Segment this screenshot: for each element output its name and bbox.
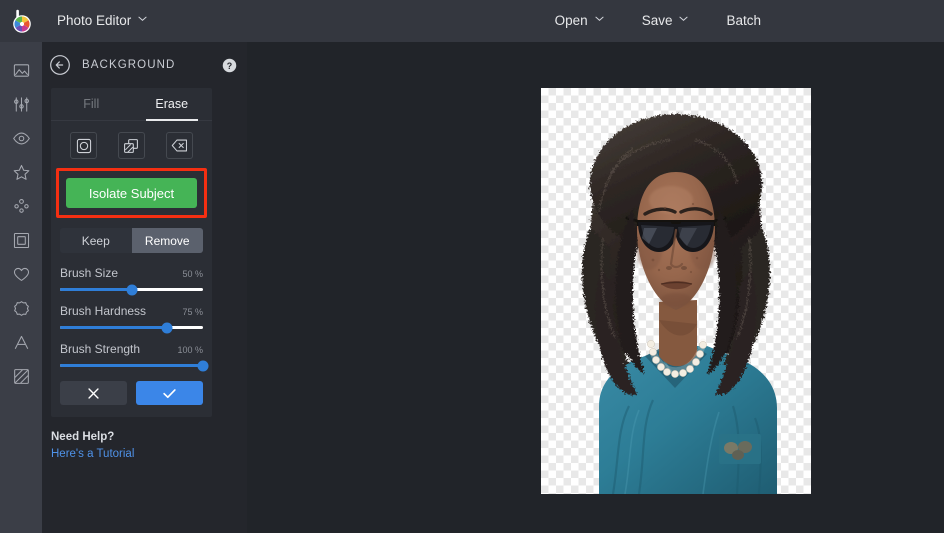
- texture-icon: [12, 367, 31, 386]
- brush-hardness-slider-block: Brush Hardness 75 %: [60, 304, 203, 329]
- brush-size-slider-block: Brush Size 50 %: [60, 266, 203, 291]
- help-button[interactable]: ?: [222, 58, 237, 73]
- keep-toggle-option[interactable]: Keep: [60, 228, 132, 253]
- back-arrow-icon: [48, 53, 72, 77]
- brush-size-value: 50 %: [182, 269, 203, 279]
- text-a-icon: [12, 333, 31, 352]
- bipop-color-wheel-logo-icon: [8, 8, 34, 34]
- svg-text:?: ?: [227, 60, 232, 70]
- brush-size-header: Brush Size 50 %: [60, 266, 203, 280]
- sidebar-item-texture[interactable]: [0, 359, 42, 393]
- remove-toggle-option[interactable]: Remove: [132, 228, 204, 253]
- brush-hardness-value: 75 %: [182, 307, 203, 317]
- brush-strength-label: Brush Strength: [60, 342, 140, 356]
- cancel-button[interactable]: [60, 381, 127, 405]
- sidebar-item-adjust[interactable]: [0, 87, 42, 121]
- chevron-down-icon: [679, 14, 688, 23]
- brush-hardness-slider[interactable]: [60, 326, 203, 329]
- open-button-label: Open: [555, 13, 588, 28]
- image-icon: [12, 61, 31, 80]
- brush-hardness-thumb[interactable]: [162, 322, 173, 333]
- need-help-label: Need Help?: [51, 431, 247, 443]
- sidebar-item-stickers[interactable]: [0, 257, 42, 291]
- brush-hardness-fill: [60, 326, 167, 329]
- back-button[interactable]: [48, 53, 72, 77]
- photo-editor-app: Photo Editor Open Save Batch: [0, 0, 944, 533]
- magic-select-button[interactable]: [70, 132, 97, 159]
- sidebar-item-text[interactable]: [0, 325, 42, 359]
- chevron-down-icon: [595, 14, 604, 23]
- eye-icon: [12, 129, 31, 148]
- star-icon: [12, 163, 31, 182]
- background-panel: BACKGROUND ? Fill Erase: [42, 42, 247, 533]
- open-button[interactable]: Open: [542, 8, 617, 34]
- editor-canvas[interactable]: [247, 42, 944, 533]
- sidebar-item-image[interactable]: [0, 53, 42, 87]
- layers-icon: [123, 138, 139, 154]
- confirm-button[interactable]: [136, 381, 203, 405]
- brush-strength-header: Brush Strength 100 %: [60, 342, 203, 356]
- sidebar-item-retouch[interactable]: [0, 189, 42, 223]
- erase-backspace-icon: [171, 138, 188, 153]
- close-x-icon: [87, 387, 100, 400]
- brush-sliders: Brush Size 50 % Brush Hardness 75 %: [51, 253, 212, 367]
- sidebar-item-frames[interactable]: [0, 223, 42, 257]
- background-erase-card: Fill Erase: [51, 88, 212, 417]
- adjust-sliders-icon: [12, 95, 31, 114]
- panel-action-row: [51, 371, 212, 407]
- erase-all-button[interactable]: [166, 132, 193, 159]
- tutorial-link[interactable]: Here's a Tutorial: [51, 448, 134, 460]
- brush-strength-value: 100 %: [177, 345, 203, 355]
- app-menu-label: Photo Editor: [57, 13, 131, 28]
- batch-button[interactable]: Batch: [713, 8, 774, 34]
- save-button[interactable]: Save: [629, 8, 702, 34]
- chevron-down-icon: [138, 14, 147, 23]
- top-bar: Photo Editor Open Save Batch: [0, 0, 944, 42]
- magic-select-icon: [76, 138, 92, 154]
- batch-button-label: Batch: [726, 13, 761, 28]
- heart-icon: [12, 265, 31, 284]
- brush-strength-slider-block: Brush Strength 100 %: [60, 342, 203, 367]
- app-menu-photo-editor[interactable]: Photo Editor: [46, 8, 158, 34]
- isolate-subject-button[interactable]: Isolate Subject: [66, 178, 197, 208]
- save-button-label: Save: [642, 13, 673, 28]
- tab-fill[interactable]: Fill: [51, 88, 132, 120]
- left-tool-rail: [0, 42, 42, 533]
- layers-button[interactable]: [118, 132, 145, 159]
- keep-remove-toggle: Keep Remove: [60, 228, 203, 253]
- erase-tool-row: [51, 121, 212, 168]
- frame-icon: [12, 231, 31, 250]
- panel-header: BACKGROUND ?: [42, 42, 247, 88]
- app-logo[interactable]: [0, 0, 42, 42]
- brush-strength-thumb[interactable]: [198, 360, 209, 371]
- brush-hardness-header: Brush Hardness 75 %: [60, 304, 203, 318]
- page-title: BACKGROUND: [82, 59, 222, 71]
- brush-size-fill: [60, 288, 132, 291]
- subject-portrait-image: [541, 88, 811, 494]
- brush-strength-fill: [60, 364, 203, 367]
- isolate-subject-highlight: Isolate Subject: [56, 168, 207, 218]
- brush-size-thumb[interactable]: [126, 284, 137, 295]
- badge-icon: [12, 299, 31, 318]
- photo-preview[interactable]: [541, 88, 811, 494]
- sidebar-item-badges[interactable]: [0, 291, 42, 325]
- tab-erase[interactable]: Erase: [132, 88, 213, 120]
- brush-strength-slider[interactable]: [60, 364, 203, 367]
- brush-hardness-label: Brush Hardness: [60, 304, 146, 318]
- sidebar-item-effects[interactable]: [0, 121, 42, 155]
- checkmark-icon: [162, 387, 177, 400]
- brush-size-label: Brush Size: [60, 266, 118, 280]
- help-block: Need Help? Here's a Tutorial: [42, 417, 247, 462]
- brush-size-slider[interactable]: [60, 288, 203, 291]
- panel-tabs: Fill Erase: [51, 88, 212, 121]
- topbar-actions: Open Save Batch: [542, 8, 944, 34]
- sidebar-item-overlays[interactable]: [0, 155, 42, 189]
- question-mark-icon: ?: [222, 58, 237, 73]
- retouch-dots-icon: [12, 197, 31, 216]
